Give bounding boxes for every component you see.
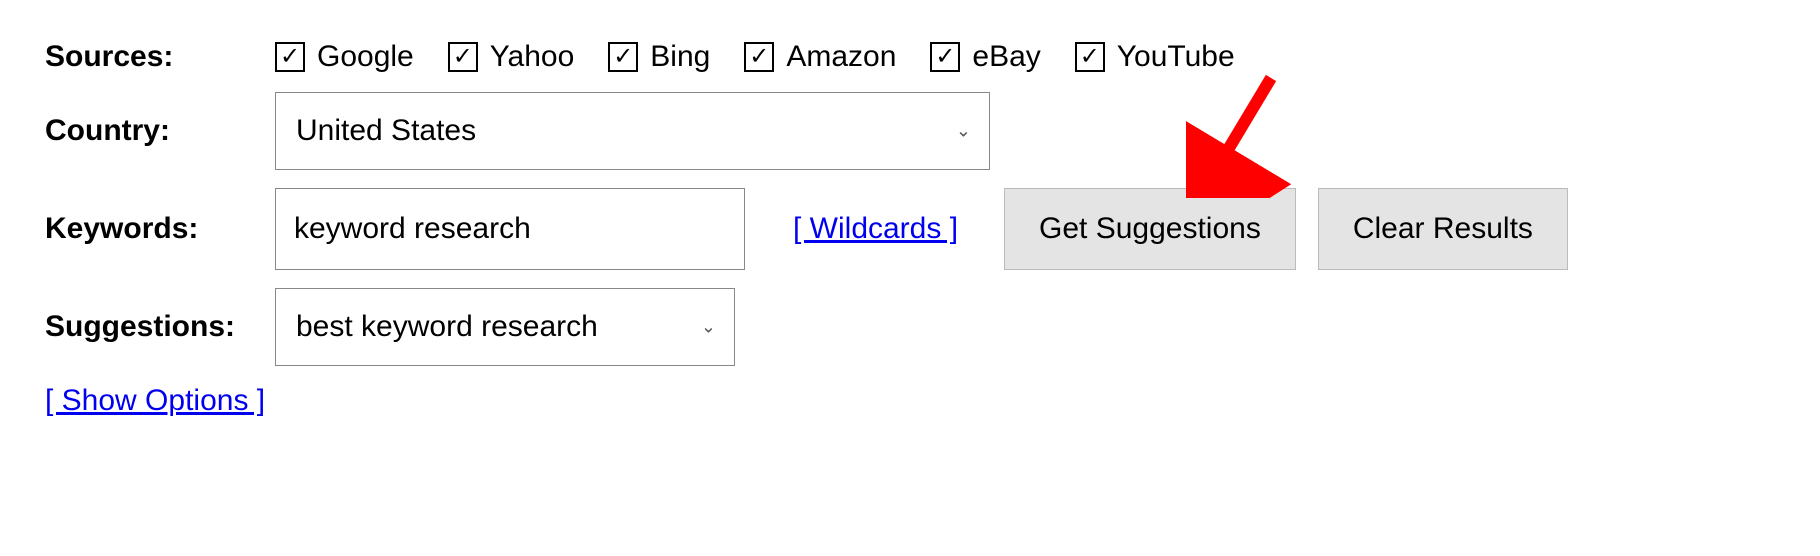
country-row: Country: United States ⌄ [45,92,1775,170]
chevron-down-icon: ⌄ [701,317,716,338]
checkbox-icon: ✓ [608,42,638,72]
suggestions-select[interactable]: best keyword research ⌄ [275,288,735,366]
country-selected-value: United States [296,114,476,148]
source-youtube[interactable]: ✓ YouTube [1075,40,1235,74]
source-label: YouTube [1117,40,1235,74]
sources-row: Sources: ✓ Google ✓ Yahoo ✓ Bing ✓ Amazo… [45,40,1775,74]
chevron-down-icon: ⌄ [956,121,971,142]
get-suggestions-button[interactable]: Get Suggestions [1004,188,1296,270]
source-google[interactable]: ✓ Google [275,40,414,74]
source-label: Amazon [786,40,896,74]
checkbox-icon: ✓ [448,42,478,72]
country-select[interactable]: United States ⌄ [275,92,990,170]
source-ebay[interactable]: ✓ eBay [930,40,1040,74]
keywords-row: Keywords: [ Wildcards ] Get Suggestions … [45,188,1775,270]
source-yahoo[interactable]: ✓ Yahoo [448,40,575,74]
source-label: Bing [650,40,710,74]
sources-label: Sources: [45,40,275,74]
source-label: Google [317,40,414,74]
country-label: Country: [45,114,275,148]
show-options-row: [ Show Options ] [45,384,1775,418]
checkbox-icon: ✓ [275,42,305,72]
suggestions-row: Suggestions: best keyword research ⌄ [45,288,1775,366]
action-buttons: Get Suggestions Clear Results [1004,188,1568,270]
suggestions-selected-value: best keyword research [296,310,598,344]
clear-results-button[interactable]: Clear Results [1318,188,1568,270]
show-options-link[interactable]: [ Show Options ] [45,384,265,418]
source-label: eBay [972,40,1040,74]
keywords-label: Keywords: [45,212,275,246]
source-bing[interactable]: ✓ Bing [608,40,710,74]
keywords-input[interactable] [275,188,745,270]
checkbox-icon: ✓ [930,42,960,72]
source-label: Yahoo [490,40,575,74]
wildcards-link[interactable]: [ Wildcards ] [793,212,958,246]
checkbox-icon: ✓ [1075,42,1105,72]
suggestions-label: Suggestions: [45,310,275,344]
source-amazon[interactable]: ✓ Amazon [744,40,896,74]
checkbox-icon: ✓ [744,42,774,72]
